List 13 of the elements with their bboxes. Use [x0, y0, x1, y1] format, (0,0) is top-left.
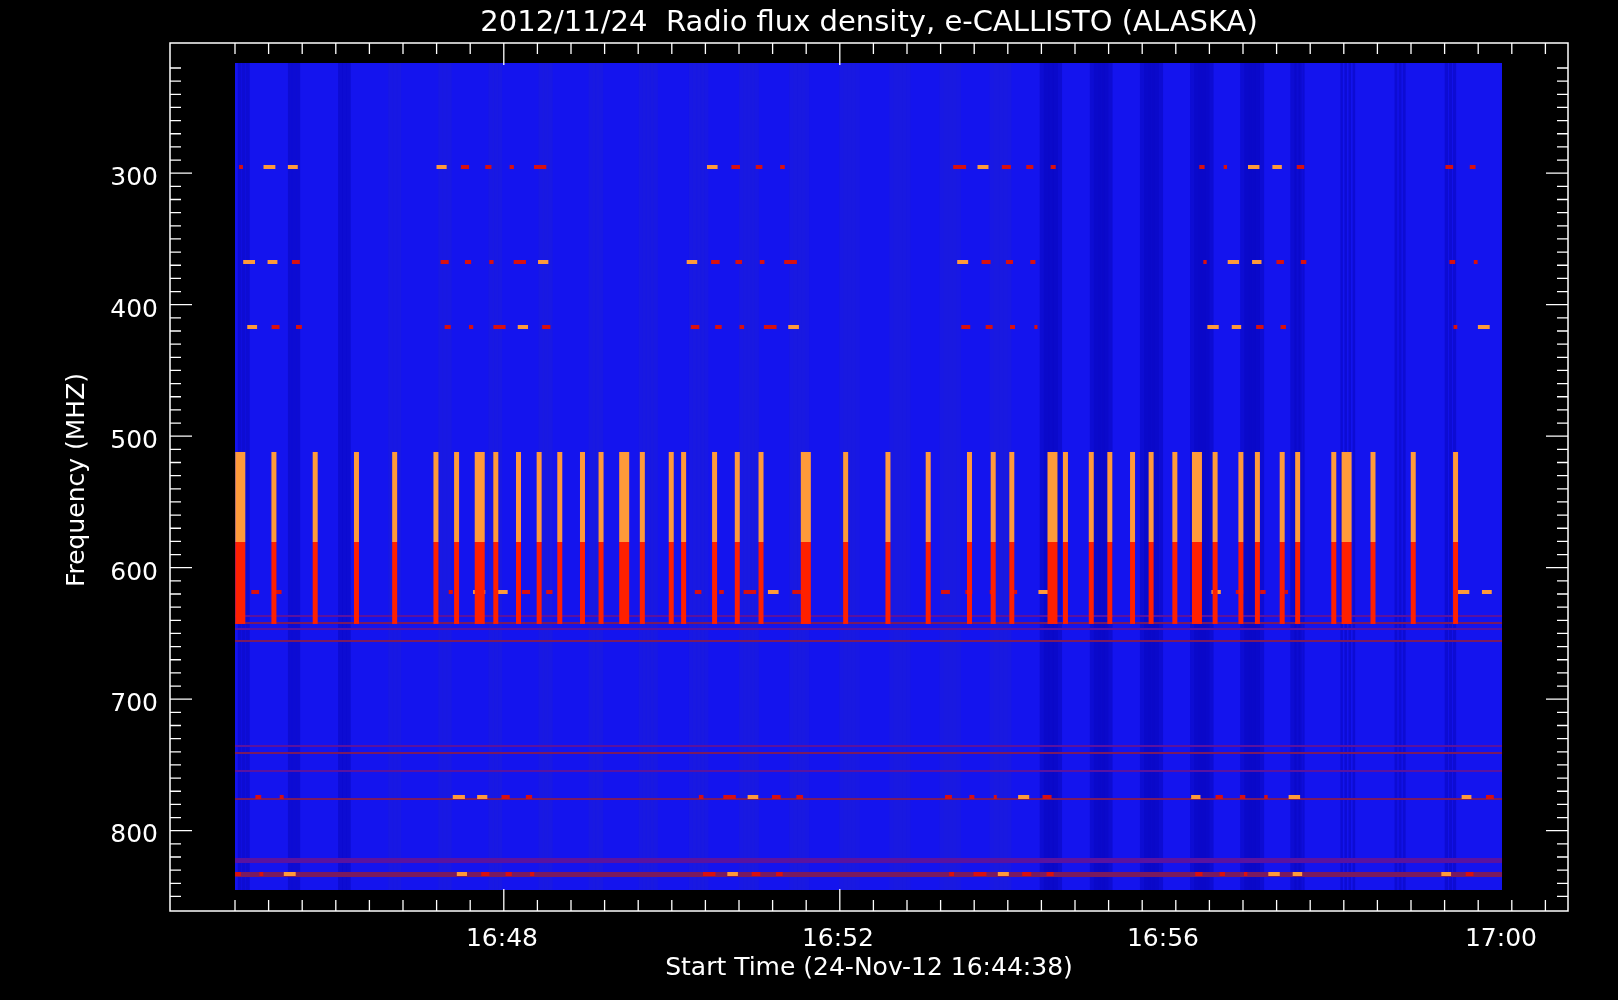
y-tick-label: 500	[110, 425, 158, 454]
y-tick-label: 800	[110, 819, 158, 848]
x-tick-label: 16:56	[1127, 923, 1199, 952]
y-axis-label: Frequency (MHZ)	[61, 372, 90, 588]
y-tick-label: 300	[110, 162, 158, 191]
x-axis-label: Start Time (24-Nov-12 16:44:38)	[665, 952, 1073, 981]
x-tick-label: 16:52	[802, 923, 874, 952]
y-tick-label: 400	[110, 294, 158, 323]
x-tick-label: 16:48	[466, 923, 538, 952]
x-tick-label: 17:00	[1465, 923, 1537, 952]
y-tick-label: 600	[110, 557, 158, 586]
y-tick-label: 700	[110, 688, 158, 717]
chart-title: 2012/11/24 Radio flux density, e-CALLISTO (ALASKA)	[480, 4, 1258, 38]
